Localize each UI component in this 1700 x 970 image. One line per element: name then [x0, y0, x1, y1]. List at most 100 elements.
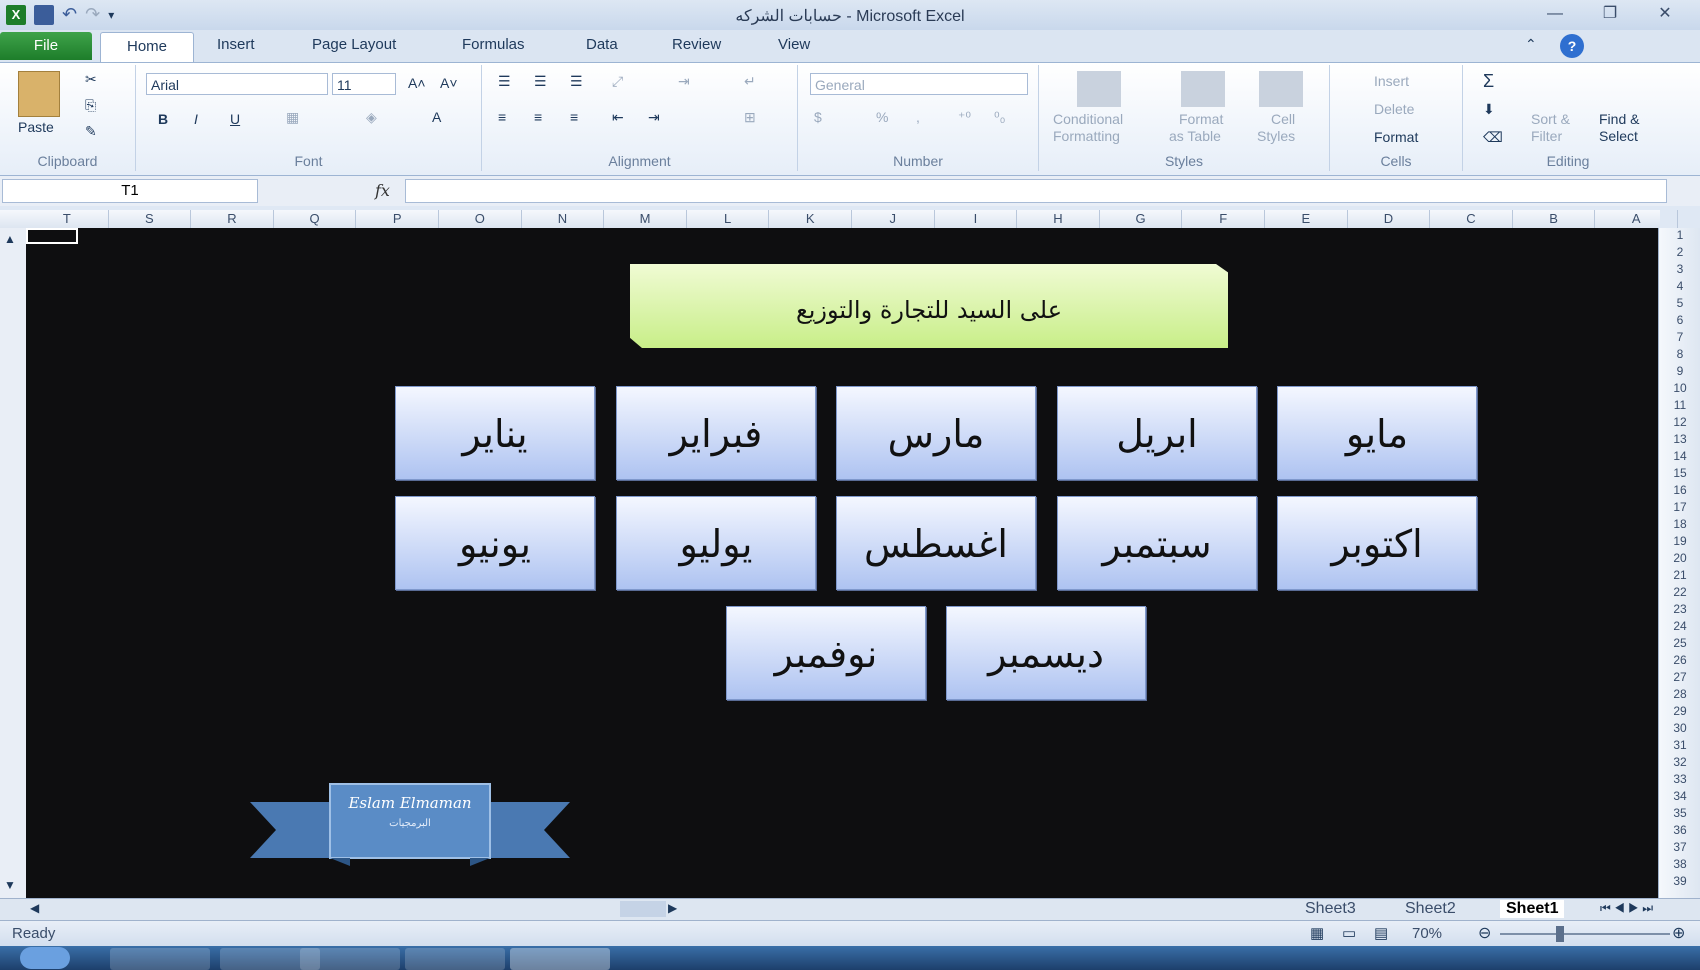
name-box[interactable]: T1: [2, 179, 258, 203]
column-header[interactable]: J: [852, 210, 935, 228]
help-icon[interactable]: ?: [1560, 34, 1584, 58]
taskbar-media-icon[interactable]: [300, 948, 400, 970]
conditional-formatting-button[interactable]: Conditional: [1053, 111, 1123, 127]
grow-font-button[interactable]: A˄: [408, 75, 426, 91]
taskbar-chrome-icon[interactable]: [405, 948, 505, 970]
align-right-icon[interactable]: ≡: [570, 109, 578, 125]
underline-button[interactable]: U: [230, 111, 240, 127]
fill-icon[interactable]: ⬇: [1483, 101, 1495, 118]
tab-home[interactable]: Home: [100, 32, 194, 63]
format-as-table-icon[interactable]: [1181, 71, 1225, 107]
row-header[interactable]: 22: [1659, 585, 1700, 599]
number-format-select[interactable]: General: [810, 73, 1028, 95]
column-header[interactable]: D: [1348, 210, 1431, 228]
hscroll-right-icon[interactable]: ▶: [668, 901, 677, 915]
orientation-icon[interactable]: ⤢: [612, 73, 623, 90]
tab-view[interactable]: View: [778, 36, 810, 53]
scroll-down-icon[interactable]: ▼: [4, 878, 16, 892]
tab-file[interactable]: File: [0, 32, 92, 60]
scroll-up-icon[interactable]: ▲: [4, 232, 16, 246]
column-header[interactable]: P: [356, 210, 439, 228]
row-header[interactable]: 24: [1659, 619, 1700, 633]
month-button-may[interactable]: مايو: [1277, 386, 1477, 480]
month-button-august[interactable]: اغسطس: [836, 496, 1036, 590]
column-header[interactable]: A: [1595, 210, 1678, 228]
minimize-button[interactable]: —: [1540, 4, 1570, 24]
column-header[interactable]: O: [439, 210, 522, 228]
column-header[interactable]: G: [1100, 210, 1183, 228]
hscroll-left-icon[interactable]: ◀: [30, 901, 39, 915]
format-cells-button[interactable]: Format: [1374, 129, 1418, 145]
month-button-june[interactable]: يونيو: [395, 496, 595, 590]
increase-indent-icon[interactable]: ⇥: [648, 109, 660, 126]
row-header[interactable]: 39: [1659, 874, 1700, 888]
find-select-button-line2[interactable]: Select: [1599, 128, 1638, 144]
row-header[interactable]: 18: [1659, 517, 1700, 531]
month-button-october[interactable]: اكتوبر: [1277, 496, 1477, 590]
font-color-button[interactable]: A: [432, 109, 441, 125]
row-header[interactable]: 19: [1659, 534, 1700, 548]
month-button-march[interactable]: مارس: [836, 386, 1036, 480]
row-header[interactable]: 7: [1659, 330, 1700, 344]
row-header[interactable]: 30: [1659, 721, 1700, 735]
format-as-table-button[interactable]: Format: [1179, 111, 1223, 127]
row-header[interactable]: 37: [1659, 840, 1700, 854]
column-header[interactable]: F: [1182, 210, 1265, 228]
row-header[interactable]: 5: [1659, 296, 1700, 310]
row-header[interactable]: 12: [1659, 415, 1700, 429]
taskbar-excel-icon[interactable]: [510, 948, 610, 970]
row-header[interactable]: 29: [1659, 704, 1700, 718]
row-header[interactable]: 34: [1659, 789, 1700, 803]
minimize-ribbon-icon[interactable]: ⌃: [1525, 36, 1537, 53]
vertical-scrollbar[interactable]: ▲ ▼: [0, 228, 27, 898]
italic-button[interactable]: I: [194, 111, 198, 127]
align-center-icon[interactable]: ≡: [534, 109, 542, 125]
row-header[interactable]: 17: [1659, 500, 1700, 514]
formula-input[interactable]: [405, 179, 1667, 203]
row-header[interactable]: 8: [1659, 347, 1700, 361]
row-header[interactable]: 16: [1659, 483, 1700, 497]
delete-cells-button[interactable]: Delete: [1374, 101, 1414, 117]
tab-page-layout[interactable]: Page Layout: [312, 36, 396, 53]
sort-filter-button-line2[interactable]: Filter: [1531, 128, 1562, 144]
row-header[interactable]: 11: [1659, 398, 1700, 412]
fill-color-icon[interactable]: ◈: [366, 109, 377, 126]
align-top-icon[interactable]: ☰: [498, 73, 511, 90]
align-middle-icon[interactable]: ☰: [534, 73, 547, 90]
tab-formulas[interactable]: Formulas: [462, 36, 525, 53]
column-header[interactable]: Q: [274, 210, 357, 228]
page-break-view-icon[interactable]: ▤: [1374, 924, 1388, 942]
comma-button[interactable]: ,: [916, 109, 920, 125]
autosum-button[interactable]: Σ: [1483, 71, 1494, 92]
restore-button[interactable]: ❐: [1595, 4, 1625, 24]
month-button-december[interactable]: ديسمبر: [946, 606, 1146, 700]
column-header[interactable]: T: [26, 210, 109, 228]
align-left-icon[interactable]: ≡: [498, 109, 506, 125]
paste-icon[interactable]: [18, 71, 60, 117]
sort-filter-button[interactable]: Sort &: [1531, 111, 1570, 127]
row-header[interactable]: 4: [1659, 279, 1700, 293]
insert-cells-button[interactable]: Insert: [1374, 73, 1409, 89]
column-header[interactable]: H: [1017, 210, 1100, 228]
format-as-table-button-line2[interactable]: as Table: [1169, 128, 1221, 144]
clear-icon[interactable]: ⌫: [1483, 129, 1503, 146]
font-name-select[interactable]: Arial: [146, 73, 328, 95]
row-header[interactable]: 3: [1659, 262, 1700, 276]
row-header[interactable]: 13: [1659, 432, 1700, 446]
paste-button[interactable]: Paste: [18, 119, 54, 135]
row-header[interactable]: 36: [1659, 823, 1700, 837]
row-header[interactable]: 1: [1659, 228, 1700, 242]
row-header[interactable]: 32: [1659, 755, 1700, 769]
column-header[interactable]: I: [935, 210, 1018, 228]
zoom-in-icon[interactable]: ⊕: [1672, 923, 1685, 943]
month-button-april[interactable]: ابريل: [1057, 386, 1257, 480]
zoom-slider[interactable]: [1500, 933, 1670, 935]
zoom-slider-thumb[interactable]: [1556, 926, 1564, 942]
row-header[interactable]: 27: [1659, 670, 1700, 684]
shrink-font-button[interactable]: A˅: [440, 75, 458, 91]
column-header[interactable]: S: [109, 210, 192, 228]
row-header[interactable]: 38: [1659, 857, 1700, 871]
sheet-tab-2[interactable]: Sheet2: [1405, 900, 1456, 918]
border-icon[interactable]: ▦: [286, 109, 299, 126]
normal-view-icon[interactable]: ▦: [1310, 924, 1324, 942]
